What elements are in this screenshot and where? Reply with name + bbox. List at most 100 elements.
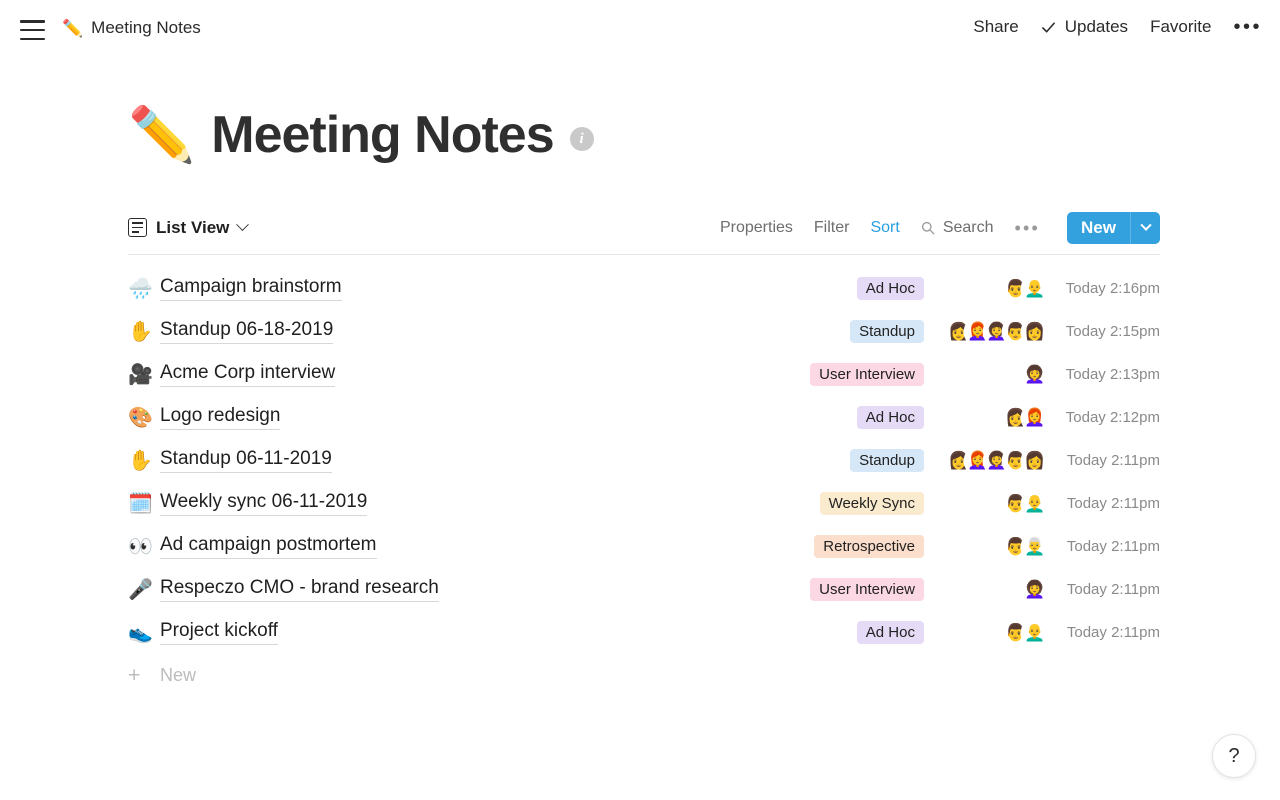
document-title: Meeting Notes [91,18,201,38]
plus-icon: + [128,665,160,686]
row-meta: Retrospective 👨👨‍🦳Today 2:11pm [814,534,1160,560]
row-title-link[interactable]: Respeczo CMO - brand research [160,577,439,602]
document-emoji-icon: ✏️ [62,20,83,37]
table-row[interactable]: 🎥Acme Corp interview User Interview 👩‍🦱Tod… [128,353,1160,396]
hamburger-menu-icon[interactable] [20,20,45,40]
row-tag-badge[interactable]: Standup [850,449,924,472]
row-tag-badge[interactable]: Retrospective [814,535,924,558]
row-avatar-group[interactable]: 👩‍🦱 [936,362,1048,388]
toolbar-actions: Properties Filter Sort Search ••• New [720,212,1160,244]
row-avatar-group[interactable]: 👨👨‍🦲 [936,276,1048,302]
sort-button[interactable]: Sort [870,219,899,237]
table-row[interactable]: 🎤Respeczo CMO - brand research User Inter… [128,568,1160,611]
filter-button[interactable]: Filter [814,219,850,237]
row-timestamp: Today 2:11pm [1048,452,1160,469]
toolbar-more-icon[interactable]: ••• [1015,222,1041,234]
row-emoji-icon: 🎨 [128,408,160,428]
row-avatar-group[interactable]: 👨👨‍🦳 [936,534,1048,560]
row-avatar-group[interactable]: 👩‍🦱 [936,577,1048,603]
favorite-button[interactable]: Favorite [1150,17,1211,37]
properties-button[interactable]: Properties [720,219,793,237]
row-tag-badge[interactable]: Standup [850,320,924,343]
table-row[interactable]: 🗓️Weekly sync 06-11-2019 Weekly Sync 👨👨‍🦲T… [128,482,1160,525]
search-label: Search [943,219,994,237]
table-row[interactable]: ✋Standup 06-11-2019 Standup 👩👩‍🦰👩‍🦱👨👩Today… [128,439,1160,482]
row-meta: Ad Hoc👨👨‍🦲Today 2:16pm [857,276,1160,302]
row-tag-badge[interactable]: User Interview [810,578,924,601]
table-row[interactable]: 🎨Logo redesignAd Hoc👩👩‍🦰Today 2:12pm [128,396,1160,439]
page-emoji-icon[interactable]: ✏️ [128,108,195,162]
search-icon [921,221,935,235]
row-emoji-icon: 👟 [128,623,160,643]
avatar: 👩‍🦱 [1022,577,1048,603]
row-avatar-group[interactable]: 👩👩‍🦰 [936,405,1048,431]
row-avatar-group[interactable]: 👨👨‍🦲 [936,491,1048,517]
row-tag-badge[interactable]: Ad Hoc [857,406,924,429]
row-emoji-icon: ✋ [128,451,160,471]
row-emoji-icon: 🎤 [128,580,160,600]
row-timestamp: Today 2:13pm [1048,366,1160,383]
updates-button[interactable]: Updates [1041,17,1128,37]
row-title-link[interactable]: Logo redesign [160,405,280,430]
row-avatar-group[interactable]: 👩👩‍🦰👩‍🦱👨👩 [936,319,1048,345]
row-title-link[interactable]: Standup 06-18-2019 [160,319,333,344]
chevron-down-icon [237,218,250,231]
row-emoji-icon: 🎥 [128,365,160,385]
row-meta: Weekly Sync 👨👨‍🦲Today 2:11pm [820,491,1160,517]
table-row[interactable]: 👟Project kickoff Ad Hoc 👨👨‍🦲Today 2:11pm [128,611,1160,654]
row-title-link[interactable]: Ad campaign postmortem [160,534,377,559]
row-meta: Ad Hoc 👨👨‍🦲Today 2:11pm [857,620,1160,646]
page-title[interactable]: Meeting Notes [211,105,553,165]
chevron-down-icon [1140,219,1151,230]
row-tag-badge[interactable]: Ad Hoc [857,621,924,644]
top-bar: ✏️ Meeting Notes Share Updates Favorite … [0,0,1280,60]
row-timestamp: Today 2:11pm [1048,624,1160,641]
row-title-link[interactable]: Campaign brainstorm [160,276,342,301]
row-avatar-group[interactable]: 👩👩‍🦰👩‍🦱👨👩 [936,448,1048,474]
help-button[interactable]: ? [1212,734,1256,778]
breadcrumb[interactable]: ✏️ Meeting Notes [62,18,201,38]
top-bar-actions: Share Updates Favorite ••• [973,17,1262,37]
check-icon [1041,20,1056,35]
row-tag-badge[interactable]: User Interview [810,363,924,386]
avatar: 👩‍🦱 [1022,362,1048,388]
avatar: 👨‍🦲 [1022,491,1048,517]
view-selector[interactable]: List View [128,218,247,238]
row-title-link[interactable]: Project kickoff [160,620,278,645]
row-tag-badge[interactable]: Weekly Sync [820,492,924,515]
more-options-icon[interactable]: ••• [1233,20,1262,34]
new-button-label: New [1067,212,1130,244]
page-body: ✏️ Meeting Notes i List View Properties … [0,60,1280,696]
row-emoji-icon: 🌧️ [128,279,160,299]
avatar: 👩 [1022,448,1048,474]
list-view-icon [128,218,147,237]
new-button[interactable]: New [1067,212,1160,244]
table-row[interactable]: 🌧️Campaign brainstormAd Hoc👨👨‍🦲Today 2:1… [128,267,1160,310]
row-timestamp: Today 2:11pm [1048,495,1160,512]
row-title-link[interactable]: Acme Corp interview [160,362,335,387]
row-timestamp: Today 2:11pm [1048,538,1160,555]
table-row[interactable]: ✋Standup 06-18-2019 Standup 👩👩‍🦰👩‍🦱👨👩Today… [128,310,1160,353]
avatar: 👩 [1022,319,1048,345]
add-new-row-button[interactable]: + New [128,654,1160,696]
row-timestamp: Today 2:15pm [1048,323,1160,340]
row-tag-badge[interactable]: Ad Hoc [857,277,924,300]
info-icon[interactable]: i [570,127,594,151]
row-avatar-group[interactable]: 👨👨‍🦲 [936,620,1048,646]
row-meta: Ad Hoc👩👩‍🦰Today 2:12pm [857,405,1160,431]
view-toolbar: List View Properties Filter Sort Search … [128,207,1160,255]
new-button-dropdown[interactable] [1130,212,1160,244]
row-emoji-icon: 🗓️ [128,494,160,514]
avatar: 👩‍🦰 [1022,405,1048,431]
row-timestamp: Today 2:11pm [1048,581,1160,598]
share-button[interactable]: Share [973,17,1018,37]
table-row[interactable]: 👀Ad campaign postmortemRetrospective👨👨‍🦳… [128,525,1160,568]
updates-label: Updates [1065,17,1128,37]
row-emoji-icon: ✋ [128,322,160,342]
row-meta: Standup 👩👩‍🦰👩‍🦱👨👩Today 2:11pm [850,448,1160,474]
row-title-link[interactable]: Weekly sync 06-11-2019 [160,491,367,516]
add-new-row-label: New [160,665,196,686]
notes-list: 🌧️Campaign brainstormAd Hoc👨👨‍🦲Today 2:1… [128,267,1160,654]
row-title-link[interactable]: Standup 06-11-2019 [160,448,332,473]
search-button[interactable]: Search [921,219,994,237]
